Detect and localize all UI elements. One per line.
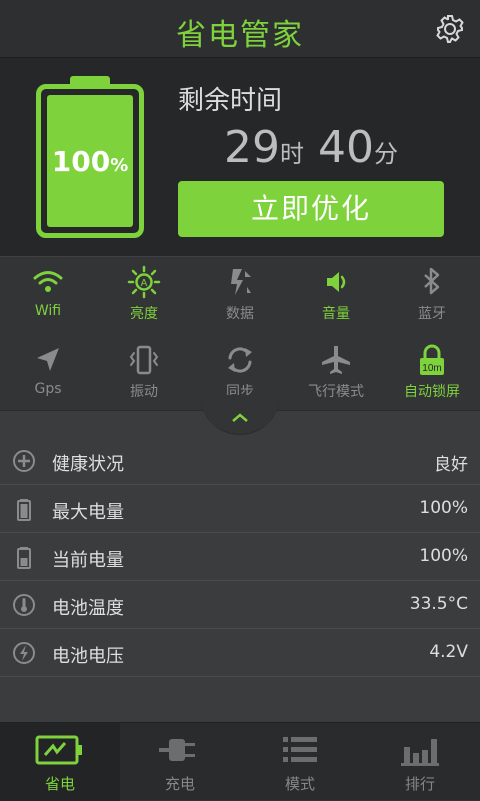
info-name: 健康状况 (52, 454, 124, 475)
nav-tab-label: 省电 (44, 775, 75, 793)
toggle-vibrate[interactable]: 振动 (96, 337, 192, 413)
remaining-time: 29时 40分 (224, 122, 412, 173)
wifi-icon (33, 271, 63, 292)
list-icon (283, 737, 317, 762)
toggle-gps-label: Gps (34, 381, 62, 397)
minutes-unit: 分 (374, 140, 398, 168)
info-value: 4.2V (429, 642, 468, 662)
info-value: 33.5°C (409, 594, 468, 614)
nav-tab-label: 模式 (284, 775, 315, 793)
info-row-voltage: 电池电压 4.2V (0, 629, 480, 677)
info-name: 电池温度 (52, 598, 124, 619)
battery-fill: 100% (47, 95, 133, 227)
remaining-minutes: 40 (318, 122, 374, 173)
remaining-hours: 29 (224, 122, 280, 173)
nav-tab-charge[interactable]: 充电 (120, 723, 240, 801)
plug-icon (159, 739, 195, 761)
vibrate-icon (129, 345, 159, 375)
battery-percent-number: 100 (51, 144, 111, 178)
battery-full-icon (17, 499, 31, 521)
info-name: 电池电压 (52, 646, 124, 667)
info-value: 100% (419, 498, 468, 518)
info-row-temperature: 电池温度 33.5°C (0, 581, 480, 629)
toggle-wifi-label: Wifi (34, 303, 62, 319)
toggle-volume[interactable]: 音量 (288, 259, 384, 335)
optimize-button[interactable]: 立即优化 (178, 181, 444, 237)
hours-unit: 时 (280, 140, 304, 168)
lock-badge: 10m (422, 363, 441, 374)
quick-toggles: Wifi A 亮度 数据 音量 蓝牙 Gps 振动 同步 飞行模式 10m 自动… (0, 256, 480, 410)
bottom-navigation: 省电 充电 模式 排行 (0, 722, 480, 801)
toggle-bluetooth[interactable]: 蓝牙 (384, 259, 480, 335)
toggle-brightness-label: 亮度 (130, 306, 158, 322)
battery-current-icon (17, 547, 31, 569)
data-icon (231, 269, 251, 295)
toggle-airplane-label: 飞行模式 (308, 384, 364, 400)
battery-info: 健康状况 良好 最大电量 100% 当前电量 100% 电池温度 33.5°C … (0, 410, 480, 722)
info-row-health: 健康状况 良好 (0, 437, 480, 485)
gear-icon[interactable] (434, 13, 466, 45)
info-list: 健康状况 良好 最大电量 100% 当前电量 100% 电池温度 33.5°C … (0, 437, 480, 677)
thermometer-icon (13, 594, 35, 616)
toggle-auto-lock[interactable]: 10m 自动锁屏 (384, 337, 480, 413)
lock-icon: 10m (420, 344, 444, 375)
battery-graphic: 100% (36, 76, 144, 238)
info-name: 最大电量 (52, 502, 124, 523)
battery-body: 100% (36, 84, 144, 238)
app-title: 省电管家 (176, 18, 304, 53)
toggle-data-label: 数据 (226, 306, 254, 322)
battery-percent: 100% (52, 145, 129, 178)
nav-tab-label: 排行 (404, 775, 435, 793)
nav-tab-ranking[interactable]: 排行 (360, 723, 480, 801)
health-icon (13, 450, 35, 472)
toggle-vibrate-label: 振动 (130, 384, 158, 400)
chevron-up-icon (232, 413, 248, 422)
toggle-wifi[interactable]: Wifi (0, 259, 96, 335)
remaining-time-label: 剩余时间 (178, 86, 283, 116)
nav-tab-label: 充电 (164, 775, 195, 793)
toggle-brightness[interactable]: A 亮度 (96, 259, 192, 335)
toggle-airplane[interactable]: 飞行模式 (288, 337, 384, 413)
svg-text:A: A (141, 278, 148, 289)
sync-icon (228, 347, 252, 373)
info-row-max-capacity: 最大电量 100% (0, 485, 480, 533)
toggle-auto-lock-label: 自动锁屏 (404, 384, 460, 400)
volume-icon (327, 272, 346, 292)
voltage-icon (13, 642, 35, 664)
bluetooth-icon (424, 267, 440, 295)
brightness-icon: A (127, 265, 161, 299)
toggle-bluetooth-label: 蓝牙 (418, 306, 446, 322)
gps-icon (37, 348, 59, 371)
toggle-gps[interactable]: Gps (0, 337, 96, 413)
nav-tab-mode[interactable]: 模式 (240, 723, 360, 801)
info-value: 100% (419, 546, 468, 566)
title-bar: 省电管家 (0, 0, 480, 58)
info-row-current-capacity: 当前电量 100% (0, 533, 480, 581)
toggle-data[interactable]: 数据 (192, 259, 288, 335)
battery-panel: 100% 剩余时间 29时 40分 立即优化 (0, 58, 480, 256)
battery-percent-sign: % (110, 154, 129, 176)
toggle-volume-label: 音量 (322, 306, 350, 322)
airplane-icon (322, 346, 350, 374)
info-name: 当前电量 (52, 550, 124, 571)
nav-tab-save-power[interactable]: 省电 (0, 723, 120, 801)
battery-save-icon (35, 735, 82, 765)
ranking-icon (401, 739, 439, 766)
info-value: 良好 (434, 455, 468, 475)
